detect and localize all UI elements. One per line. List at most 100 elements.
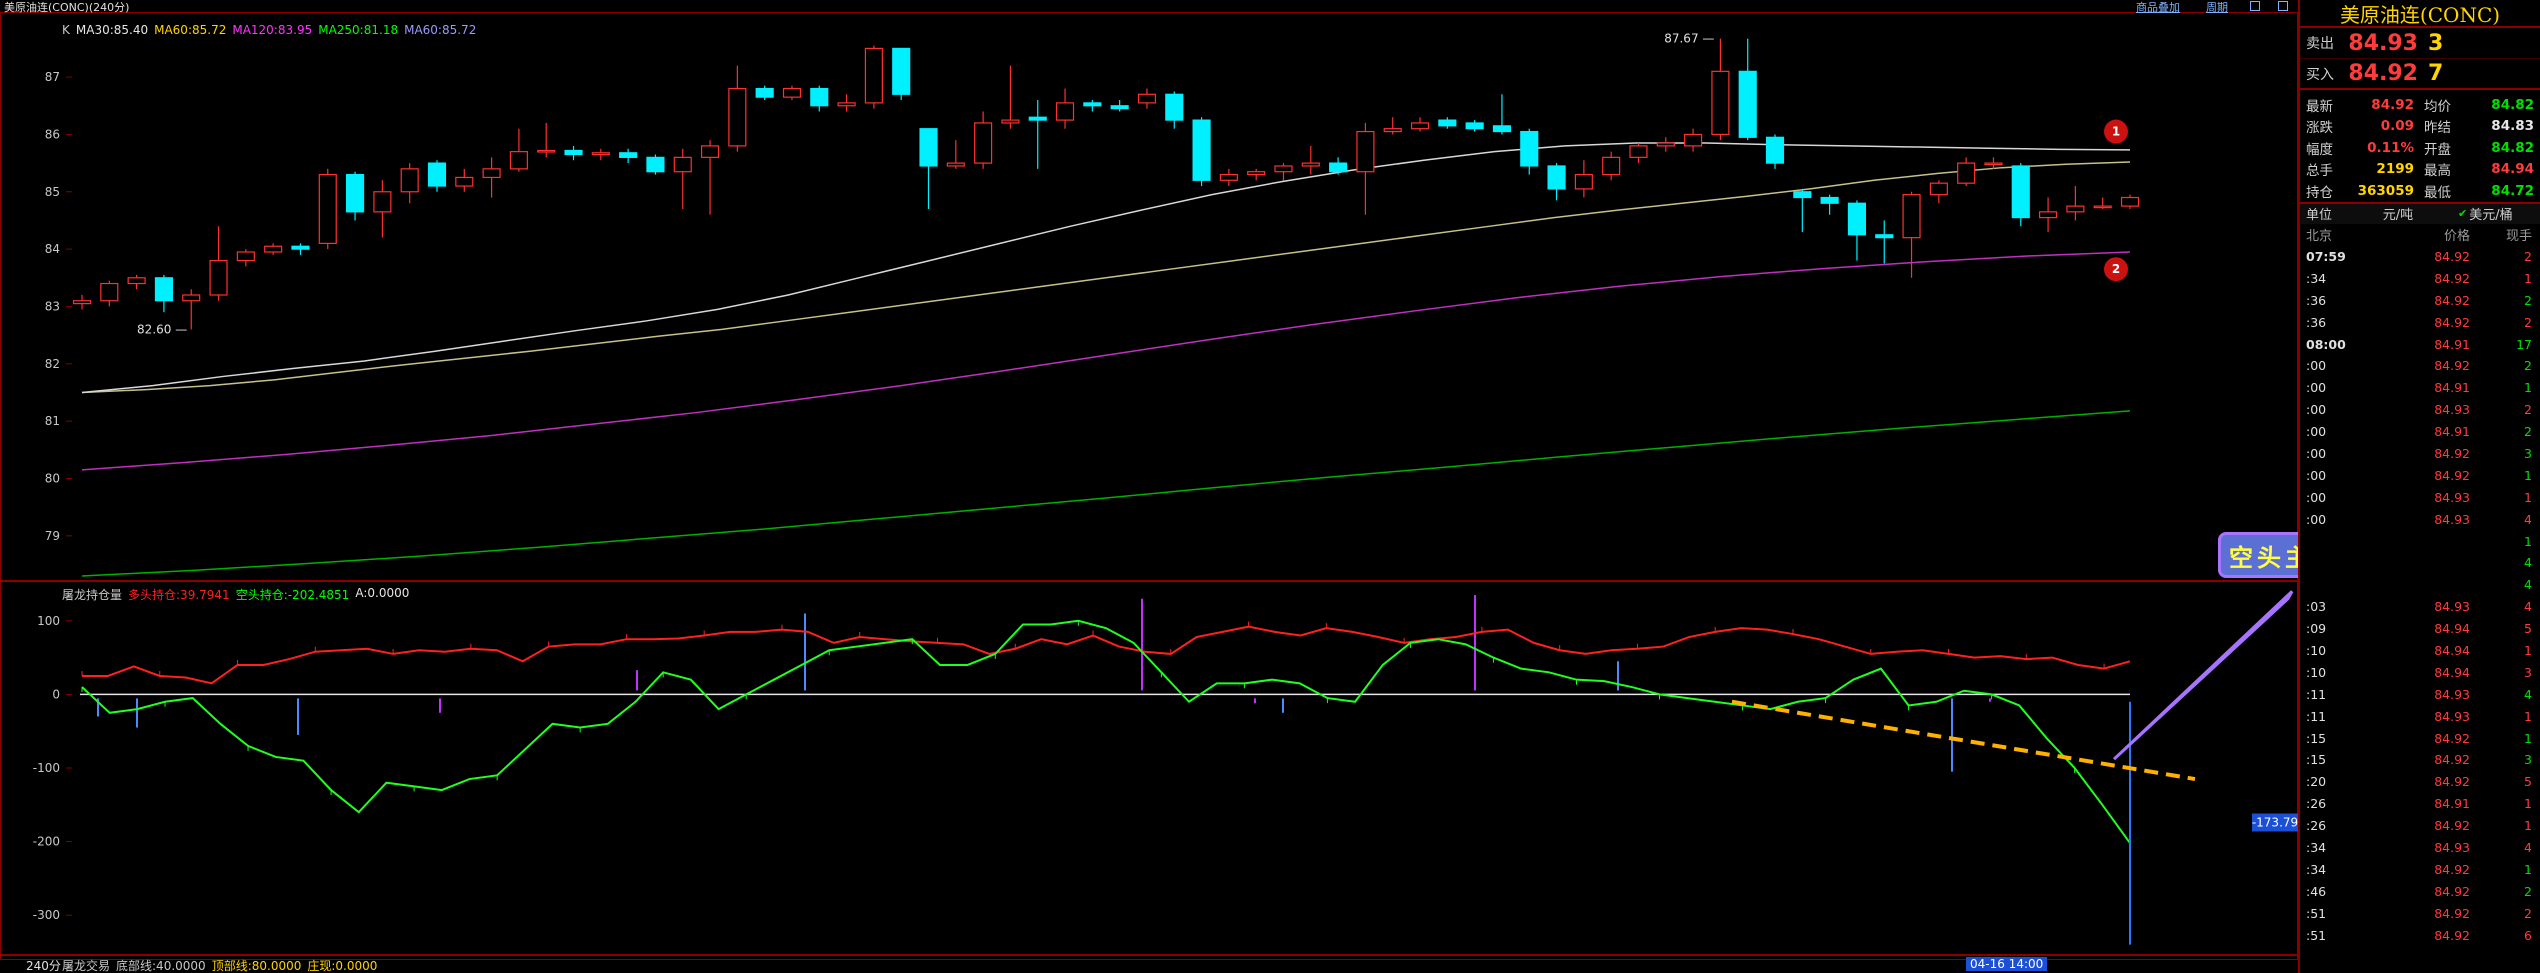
tick-volume: 4 <box>2524 686 2532 702</box>
candle-down <box>1192 119 1211 181</box>
tick-volume: 2 <box>2524 248 2532 264</box>
candle-up <box>1684 133 1703 147</box>
commodity-overlay-link[interactable]: 商品叠加 <box>2136 0 2180 15</box>
stat-label: 最低 <box>2424 184 2451 201</box>
candle-up <box>728 87 747 147</box>
tick-time: :03 <box>2306 599 2327 615</box>
current-value-label: -173.79 <box>2252 815 2298 829</box>
tick-price: 84.91 <box>2434 336 2470 352</box>
candle-up <box>1410 122 1430 130</box>
stat-row: 涨跌 0.09 昨结 84.83 <box>2300 116 2540 138</box>
y-tick-label: 79 <box>45 529 60 543</box>
indicator-legend: 屠龙持仓量 多头持仓:39.7941 空头持仓:-202.4851 A:0.0000 <box>62 586 409 603</box>
tick-row: :03 84.93 4 <box>2300 596 2540 618</box>
tick-price: 84.92 <box>2434 927 2470 943</box>
period-link[interactable]: 周期 <box>2206 0 2228 15</box>
tick-price: 84.92 <box>2434 861 2470 877</box>
candle-up <box>482 168 501 179</box>
stat-value: 2199 <box>2376 161 2414 178</box>
title-bar: 美原油连(CONC)(240分) 商品叠加 周期 <box>0 0 2298 15</box>
tick-price: 84.93 <box>2434 686 2470 702</box>
tick-price: 84.92 <box>2434 270 2470 286</box>
y-tick-label: 85 <box>45 185 60 199</box>
tick-volume: 1 <box>2524 730 2532 746</box>
stat-value: 363059 <box>2357 182 2414 199</box>
tick-volume: 3 <box>2524 445 2532 461</box>
y-tick-label: 87 <box>45 70 60 84</box>
tick-price: 84.93 <box>2434 708 2470 724</box>
col-price: 价格 <box>2443 229 2470 244</box>
tick-price: 84.92 <box>2434 752 2470 768</box>
candle-down <box>1820 196 1839 204</box>
bottom-legend: 屠龙交易 底部线:40.0000 顶部线:80.0000 庄现:0.0000 <box>62 957 377 973</box>
tick-volume: 1 <box>2524 270 2532 286</box>
window-control-icon[interactable] <box>2278 1 2288 11</box>
candle-down <box>1520 130 1539 167</box>
bid-price: 84.92 <box>2348 61 2418 86</box>
candle-up <box>2066 205 2085 213</box>
tick-price: 84.91 <box>2434 796 2470 812</box>
tick-volume: 4 <box>2524 555 2532 571</box>
tick-volume: 1 <box>2524 467 2532 483</box>
candle-up <box>946 162 965 167</box>
candle-down <box>1083 102 1102 107</box>
tick-volume: 3 <box>2524 664 2532 680</box>
quote-title: 美原油连(CONC) <box>2300 0 2540 28</box>
candle-up <box>1957 162 1976 184</box>
ask-price: 84.93 <box>2348 30 2418 56</box>
candle-up <box>1602 156 1621 176</box>
tick-volume: 1 <box>2524 642 2532 658</box>
tick-row: :15 84.92 3 <box>2300 749 2540 771</box>
tick-time: :36 <box>2306 292 2327 308</box>
tick-price: 84.91 <box>2434 380 2470 396</box>
tick-row: :36 84.92 2 <box>2300 311 2540 333</box>
tick-price: 84.93 <box>2434 489 2470 505</box>
candle-down <box>1465 122 1484 130</box>
unit-option-usd[interactable]: 美元/桶 <box>2467 204 2512 223</box>
tick-time: :11 <box>2306 686 2327 702</box>
tick-price: 84.92 <box>2434 905 2470 921</box>
tick-price: 84.92 <box>2434 730 2470 746</box>
unit-bar: 单位 元/吨 ✔ 美元/桶 <box>2300 201 2540 224</box>
stat-label: 持仓 <box>2306 184 2333 201</box>
stat-row: 最新 84.92 均价 84.82 <box>2300 94 2540 116</box>
tick-row: :00 84.93 4 <box>2300 508 2540 530</box>
stat-label: 最高 <box>2424 163 2451 180</box>
bottom-legend-item: 屠龙交易 <box>62 959 111 973</box>
candle-up <box>72 300 92 305</box>
tick-volume: 5 <box>2524 774 2532 790</box>
window-control-icon[interactable] <box>2250 1 2260 11</box>
tick-price: 84.92 <box>2434 358 2470 374</box>
window-title: 美原油连(CONC)(240分) <box>4 1 130 14</box>
candle-down <box>154 277 173 302</box>
quote-stats: 最新 84.92 均价 84.82 涨跌 0.09 昨结 84.83 幅度 0.11% 开盘 84.8… <box>2300 88 2540 202</box>
tick-time: :00 <box>2306 489 2327 505</box>
tick-list[interactable]: 07:59 84.92 2:34 84.92 1:36 84.92 2:36 84.92 2 08… <box>2300 246 2540 947</box>
tick-volume: 4 <box>2524 839 2532 855</box>
candle-down <box>346 173 365 213</box>
y-tick-label: 86 <box>45 127 60 141</box>
tick-price: 84.92 <box>2434 292 2470 308</box>
stat-label: 涨跌 <box>2306 120 2333 137</box>
tick-row: :51 84.92 2 <box>2300 902 2540 924</box>
tick-time: :00 <box>2306 402 2327 418</box>
tick-time: :11 <box>2306 708 2327 724</box>
candle-down <box>1765 136 1785 164</box>
tick-volume: 2 <box>2524 905 2532 921</box>
kline-chart-area[interactable]: 87 86 85 84 83 82 81 80 79 87.67 — 82.60 — 1 2 100 0 -… <box>0 0 2298 973</box>
tick-time: :00 <box>2306 380 2327 396</box>
unit-option-cny[interactable]: 元/吨 <box>2338 204 2458 223</box>
tick-row: :11 84.93 1 <box>2300 705 2540 727</box>
candle-up <box>509 151 528 170</box>
tick-row: :20 84.92 5 <box>2300 771 2540 793</box>
candle-up <box>864 47 883 104</box>
tick-row: :26 84.92 1 <box>2300 815 2540 837</box>
candle-down <box>810 87 829 107</box>
tick-time: :20 <box>2306 774 2327 790</box>
stat-label: 幅度 <box>2306 141 2333 158</box>
price-pane[interactable]: 87 86 85 84 83 82 81 80 79 87.67 — 82.60 — 1 2 <box>45 32 2140 577</box>
stat-value: 84.83 <box>2491 118 2534 135</box>
indicator-pane[interactable]: 100 0 -100 -200 -300 -173.79 <box>33 590 2298 945</box>
tick-time: :34 <box>2306 861 2327 877</box>
ask-label: 卖出 <box>2306 36 2334 52</box>
